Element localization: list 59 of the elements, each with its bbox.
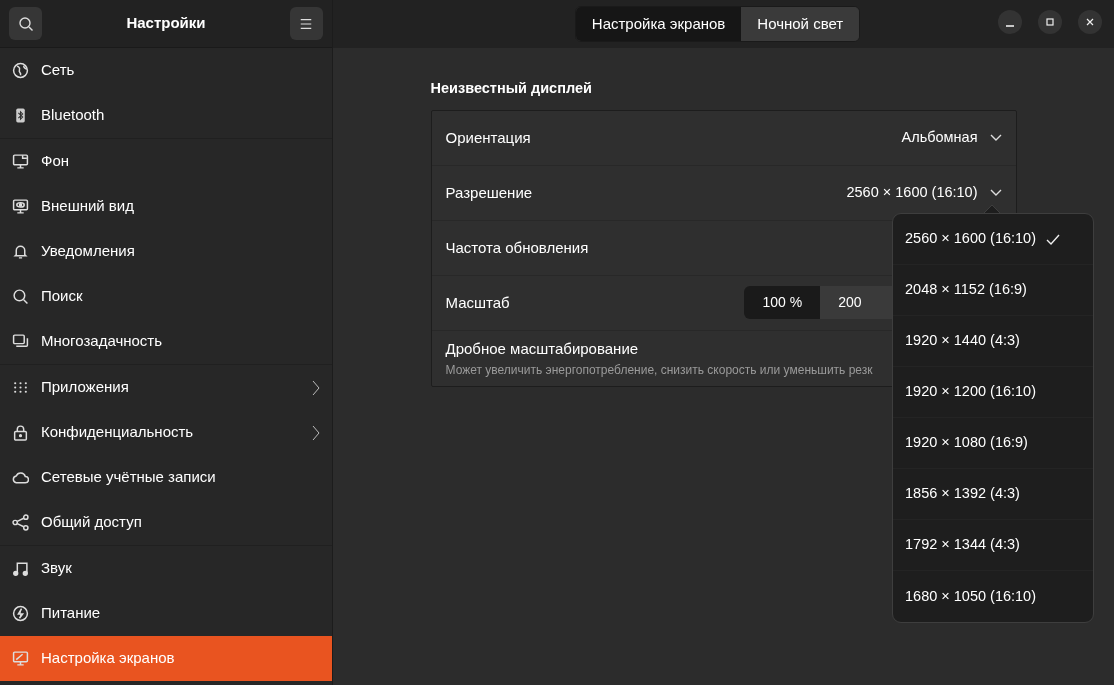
menu-item[interactable]: 2048 × 1152 (16:9)	[893, 265, 1093, 316]
search-icon	[12, 288, 29, 305]
sidebar-title: Настройки	[126, 13, 206, 34]
scale-option[interactable]: 100 %	[744, 286, 821, 320]
sidebar-item[interactable]: Bluetooth	[0, 93, 332, 138]
cloud-icon	[12, 469, 29, 486]
minimize-icon	[1006, 25, 1014, 27]
sidebar-item[interactable]: Звук	[0, 546, 332, 591]
menu-item[interactable]: 1920 × 1080 (16:9)	[893, 418, 1093, 469]
search-icon	[17, 15, 34, 32]
chevron-down-icon	[989, 133, 1002, 142]
lock-icon	[12, 424, 29, 441]
sidebar-item[interactable]: Внешний вид	[0, 184, 332, 229]
setting-label: Масштаб	[445, 292, 510, 313]
setting-label: Частота обновления	[445, 237, 589, 258]
globe-icon	[12, 62, 29, 79]
menu-item[interactable]: 2560 × 1600 (16:10)	[893, 214, 1093, 265]
monitor-icon	[12, 153, 29, 170]
menu-icon	[299, 16, 314, 31]
sidebar-item[interactable]: Уведомления	[0, 229, 332, 274]
menu-item[interactable]: 1680 × 1050 (16:10)	[893, 571, 1093, 622]
tab[interactable]: Настройка экранов	[575, 6, 742, 42]
setting-label: Дробное масштабирование	[445, 339, 640, 359]
menu-item[interactable]: 1792 × 1344 (4:3)	[893, 520, 1093, 571]
sidebar-item[interactable]: Общий доступ	[0, 500, 332, 545]
menu-button[interactable]	[290, 7, 323, 40]
close-button[interactable]	[1078, 10, 1102, 34]
search-button[interactable]	[9, 7, 42, 40]
setting-description: Может увеличить энергопотребление, снизить скорость или уменьшить резк	[445, 361, 873, 379]
menu-item[interactable]: 1920 × 1200 (16:10)	[893, 367, 1093, 418]
sidebar-item[interactable]: Конфиденциальность	[0, 410, 332, 455]
chevron-down-icon	[989, 188, 1002, 197]
menu-item[interactable]: 1856 × 1392 (4:3)	[893, 469, 1093, 520]
display-icon	[12, 650, 29, 667]
maximize-icon	[1044, 16, 1056, 28]
maximize-button[interactable]	[1038, 10, 1062, 34]
sidebar-item[interactable]: Поиск	[0, 274, 332, 319]
setting-label: Разрешение	[445, 182, 533, 203]
power-icon	[12, 605, 29, 622]
bell-icon	[12, 243, 29, 260]
sidebar-item[interactable]: Приложения	[0, 365, 332, 410]
sidebar-item[interactable]: Настройка экранов	[0, 636, 332, 681]
menu-item[interactable]: 1920 × 1440 (4:3)	[893, 316, 1093, 367]
sidebar-item[interactable]: Сетевые учётные записи	[0, 455, 332, 500]
dropdown-value: Альбомная	[901, 127, 978, 147]
sidebar-item[interactable]: Фон	[0, 139, 332, 184]
sidebar-item[interactable]: Питание	[0, 591, 332, 636]
section-title: Неизвестный дисплей	[430, 79, 593, 98]
setting-label: Ориентация	[445, 127, 531, 148]
sidebar-item[interactable]: Сеть	[0, 48, 332, 93]
windows-icon	[12, 333, 29, 350]
sidebar-item[interactable]: Многозадачность	[0, 319, 332, 364]
monitor-icon	[12, 198, 29, 215]
grid-icon	[12, 379, 29, 396]
music-note-icon	[12, 560, 29, 577]
minimize-button[interactable]	[998, 10, 1022, 34]
close-icon	[1084, 16, 1096, 28]
dropdown-value: 2560 × 1600 (16:10)	[846, 182, 978, 202]
share-icon	[12, 514, 29, 531]
